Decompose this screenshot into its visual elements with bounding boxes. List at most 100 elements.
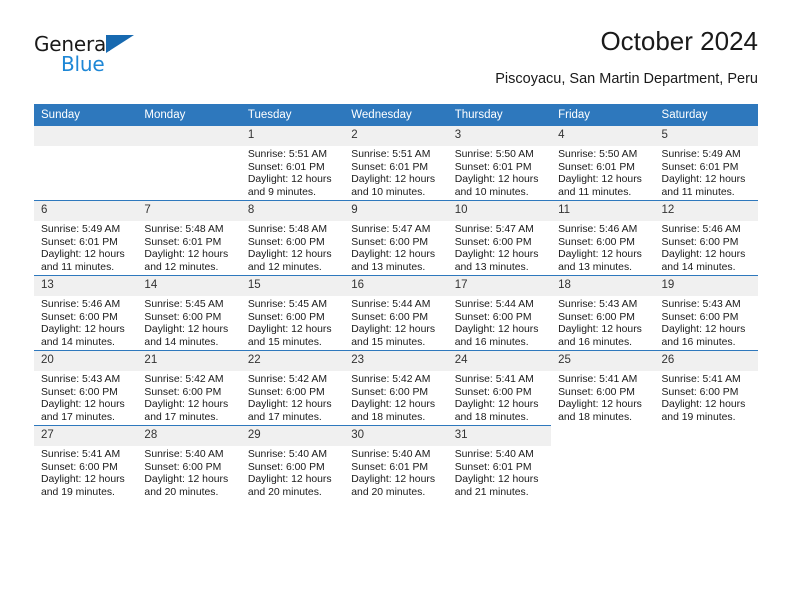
calendar-cell-empty: [551, 425, 655, 500]
calendar-day-cell[interactable]: 13 Sunrise: 5:46 AM Sunset: 6:00 PM Dayligh…: [34, 275, 138, 351]
calendar-day-cell[interactable]: 27 Sunrise: 5:41 AM Sunset: 6:00 PM Dayligh…: [34, 425, 138, 500]
sunrise-text: Sunrise: 5:42 AM: [351, 374, 431, 385]
daylight-text: Daylight: 12 hours and 14 minutes.: [661, 249, 746, 273]
sunrise-text: Sunrise: 5:43 AM: [558, 299, 638, 310]
daylight-text: Daylight: 12 hours and 19 minutes.: [661, 399, 746, 423]
calendar-week-row: 13 Sunrise: 5:46 AM Sunset: 6:00 PM Dayligh…: [34, 275, 758, 351]
calendar-day-cell[interactable]: 17 Sunrise: 5:44 AM Sunset: 6:00 PM Dayligh…: [447, 275, 552, 351]
sunrise-text: Sunrise: 5:48 AM: [144, 224, 224, 235]
calendar-day-cell[interactable]: 9 Sunrise: 5:47 AM Sunset: 6:00 PM Daylight…: [344, 200, 448, 276]
calendar-day-cell[interactable]: 26 Sunrise: 5:41 AM Sunset: 6:00 PM Dayligh…: [654, 350, 758, 426]
day-details: Sunrise: 5:40 AM Sunset: 6:01 PM Daylight:…: [448, 446, 551, 499]
calendar-cell-empty: [654, 425, 758, 500]
daylight-text: Daylight: 12 hours and 12 minutes.: [247, 249, 332, 273]
day-number: 15: [240, 276, 345, 296]
day-details: Sunrise: 5:41 AM Sunset: 6:00 PM Daylight:…: [551, 371, 654, 424]
day-number: 24: [447, 351, 552, 371]
sunrise-text: Sunrise: 5:50 AM: [558, 149, 638, 160]
calendar-day-cell[interactable]: 25 Sunrise: 5:41 AM Sunset: 6:00 PM Dayligh…: [551, 350, 655, 426]
day-number: 3: [447, 126, 552, 146]
calendar-day-cell[interactable]: 19 Sunrise: 5:43 AM Sunset: 6:00 PM Dayligh…: [654, 275, 758, 351]
calendar-day-cell[interactable]: 18 Sunrise: 5:43 AM Sunset: 6:00 PM Dayligh…: [551, 275, 655, 351]
sunset-text: Sunset: 6:00 PM: [41, 311, 118, 323]
sunset-text: Sunset: 6:01 PM: [144, 236, 222, 248]
day-details: Sunrise: 5:48 AM Sunset: 6:01 PM Daylight:…: [137, 221, 240, 274]
day-details: Sunrise: 5:46 AM Sunset: 6:00 PM Daylight:…: [551, 221, 654, 274]
calendar-day-cell[interactable]: 14 Sunrise: 5:45 AM Sunset: 6:00 PM Dayligh…: [137, 275, 241, 351]
day-details: Sunrise: 5:50 AM Sunset: 6:01 PM Daylight:…: [448, 146, 551, 199]
weekday-header-monday: Monday: [137, 104, 241, 126]
calendar-day-cell[interactable]: 29 Sunrise: 5:40 AM Sunset: 6:00 PM Dayligh…: [240, 425, 345, 500]
day-details: Sunrise: 5:41 AM Sunset: 6:00 PM Daylight:…: [655, 371, 758, 424]
calendar-day-cell[interactable]: 22 Sunrise: 5:42 AM Sunset: 6:00 PM Dayligh…: [240, 350, 345, 426]
day-details: Sunrise: 5:45 AM Sunset: 6:00 PM Daylight:…: [241, 296, 344, 349]
sunrise-text: Sunrise: 5:41 AM: [661, 374, 741, 385]
sunset-text: Sunset: 6:00 PM: [247, 461, 325, 473]
day-number: 7: [137, 201, 241, 221]
calendar-body: 1 Sunrise: 5:51 AM Sunset: 6:01 PM Daylight…: [34, 126, 758, 500]
weekday-header-saturday: Saturday: [654, 104, 758, 126]
calendar-day-cell[interactable]: 23 Sunrise: 5:42 AM Sunset: 6:00 PM Dayligh…: [344, 350, 448, 426]
sunrise-text: Sunrise: 5:49 AM: [41, 224, 121, 235]
calendar-day-cell[interactable]: 1 Sunrise: 5:51 AM Sunset: 6:01 PM Daylight…: [240, 126, 345, 201]
calendar-day-cell[interactable]: 31 Sunrise: 5:40 AM Sunset: 6:01 PM Dayligh…: [447, 425, 552, 500]
day-number: 9: [344, 201, 448, 221]
sunrise-text: Sunrise: 5:40 AM: [247, 449, 327, 460]
sunset-text: Sunset: 6:00 PM: [661, 386, 739, 398]
day-number: 14: [137, 276, 241, 296]
calendar-day-cell[interactable]: 4 Sunrise: 5:50 AM Sunset: 6:01 PM Daylight…: [551, 126, 655, 201]
calendar-day-cell[interactable]: 24 Sunrise: 5:41 AM Sunset: 6:00 PM Dayligh…: [447, 350, 552, 426]
calendar-day-cell[interactable]: 2 Sunrise: 5:51 AM Sunset: 6:01 PM Daylight…: [344, 126, 448, 201]
day-number: 27: [34, 426, 138, 446]
day-number: 26: [654, 351, 758, 371]
calendar-day-cell[interactable]: 16 Sunrise: 5:44 AM Sunset: 6:00 PM Dayligh…: [344, 275, 448, 351]
calendar-day-cell[interactable]: 3 Sunrise: 5:50 AM Sunset: 6:01 PM Daylight…: [447, 126, 552, 201]
generalblue-logo: General Blue: [34, 32, 194, 84]
sunrise-text: Sunrise: 5:40 AM: [454, 449, 534, 460]
sunset-text: Sunset: 6:00 PM: [247, 236, 325, 248]
calendar-day-cell[interactable]: 6 Sunrise: 5:49 AM Sunset: 6:01 PM Daylight…: [34, 200, 138, 276]
sunrise-text: Sunrise: 5:42 AM: [144, 374, 224, 385]
day-number: 22: [240, 351, 345, 371]
daylight-text: Daylight: 12 hours and 11 minutes.: [41, 249, 125, 273]
calendar-day-cell[interactable]: 8 Sunrise: 5:48 AM Sunset: 6:00 PM Daylight…: [240, 200, 345, 276]
sunrise-text: Sunrise: 5:40 AM: [351, 449, 431, 460]
day-number: 8: [240, 201, 345, 221]
daylight-text: Daylight: 12 hours and 14 minutes.: [41, 324, 125, 348]
calendar-week-row: 1 Sunrise: 5:51 AM Sunset: 6:01 PM Daylight…: [34, 126, 758, 201]
weekday-header-friday: Friday: [551, 104, 655, 126]
daylight-text: Daylight: 12 hours and 13 minutes.: [558, 249, 642, 273]
daylight-text: Daylight: 12 hours and 13 minutes.: [351, 249, 436, 273]
day-details: Sunrise: 5:40 AM Sunset: 6:00 PM Daylight:…: [137, 446, 240, 499]
weekday-header-thursday: Thursday: [447, 104, 552, 126]
sunset-text: Sunset: 6:00 PM: [454, 236, 532, 248]
calendar-day-cell[interactable]: 5 Sunrise: 5:49 AM Sunset: 6:01 PM Daylight…: [654, 126, 758, 201]
day-details: Sunrise: 5:43 AM Sunset: 6:00 PM Daylight:…: [34, 371, 137, 424]
day-number: 20: [34, 351, 138, 371]
calendar-page: General Blue October 2024 Piscoyacu, San…: [0, 0, 792, 612]
day-details: Sunrise: 5:42 AM Sunset: 6:00 PM Daylight:…: [344, 371, 447, 424]
sunrise-text: Sunrise: 5:40 AM: [144, 449, 224, 460]
calendar-day-cell[interactable]: 21 Sunrise: 5:42 AM Sunset: 6:00 PM Dayligh…: [137, 350, 241, 426]
sunset-text: Sunset: 6:00 PM: [454, 311, 532, 323]
daylight-text: Daylight: 12 hours and 19 minutes.: [41, 474, 125, 498]
daylight-text: Daylight: 12 hours and 17 minutes.: [144, 399, 229, 423]
daylight-text: Daylight: 12 hours and 18 minutes.: [558, 399, 642, 423]
page-header: General Blue October 2024 Piscoyacu, San…: [34, 26, 758, 98]
calendar-day-cell[interactable]: 30 Sunrise: 5:40 AM Sunset: 6:01 PM Dayligh…: [344, 425, 448, 500]
day-details: Sunrise: 5:42 AM Sunset: 6:00 PM Daylight:…: [137, 371, 240, 424]
calendar-day-cell[interactable]: 7 Sunrise: 5:48 AM Sunset: 6:01 PM Daylight…: [137, 200, 241, 276]
day-number: [34, 126, 138, 146]
calendar-day-cell[interactable]: 12 Sunrise: 5:46 AM Sunset: 6:00 PM Dayligh…: [654, 200, 758, 276]
calendar-cell-empty: [34, 126, 138, 201]
calendar-day-cell[interactable]: 10 Sunrise: 5:47 AM Sunset: 6:00 PM Dayligh…: [447, 200, 552, 276]
calendar-day-cell[interactable]: 20 Sunrise: 5:43 AM Sunset: 6:00 PM Dayligh…: [34, 350, 138, 426]
calendar-day-cell[interactable]: 15 Sunrise: 5:45 AM Sunset: 6:00 PM Dayligh…: [240, 275, 345, 351]
calendar-day-cell[interactable]: 11 Sunrise: 5:46 AM Sunset: 6:00 PM Dayligh…: [551, 200, 655, 276]
day-number: [137, 126, 241, 146]
day-number: 29: [240, 426, 345, 446]
calendar-day-cell[interactable]: 28 Sunrise: 5:40 AM Sunset: 6:00 PM Dayligh…: [137, 425, 241, 500]
logo-text-blue: Blue: [61, 52, 105, 76]
sunrise-text: Sunrise: 5:51 AM: [247, 149, 327, 160]
sunset-text: Sunset: 6:00 PM: [351, 236, 429, 248]
